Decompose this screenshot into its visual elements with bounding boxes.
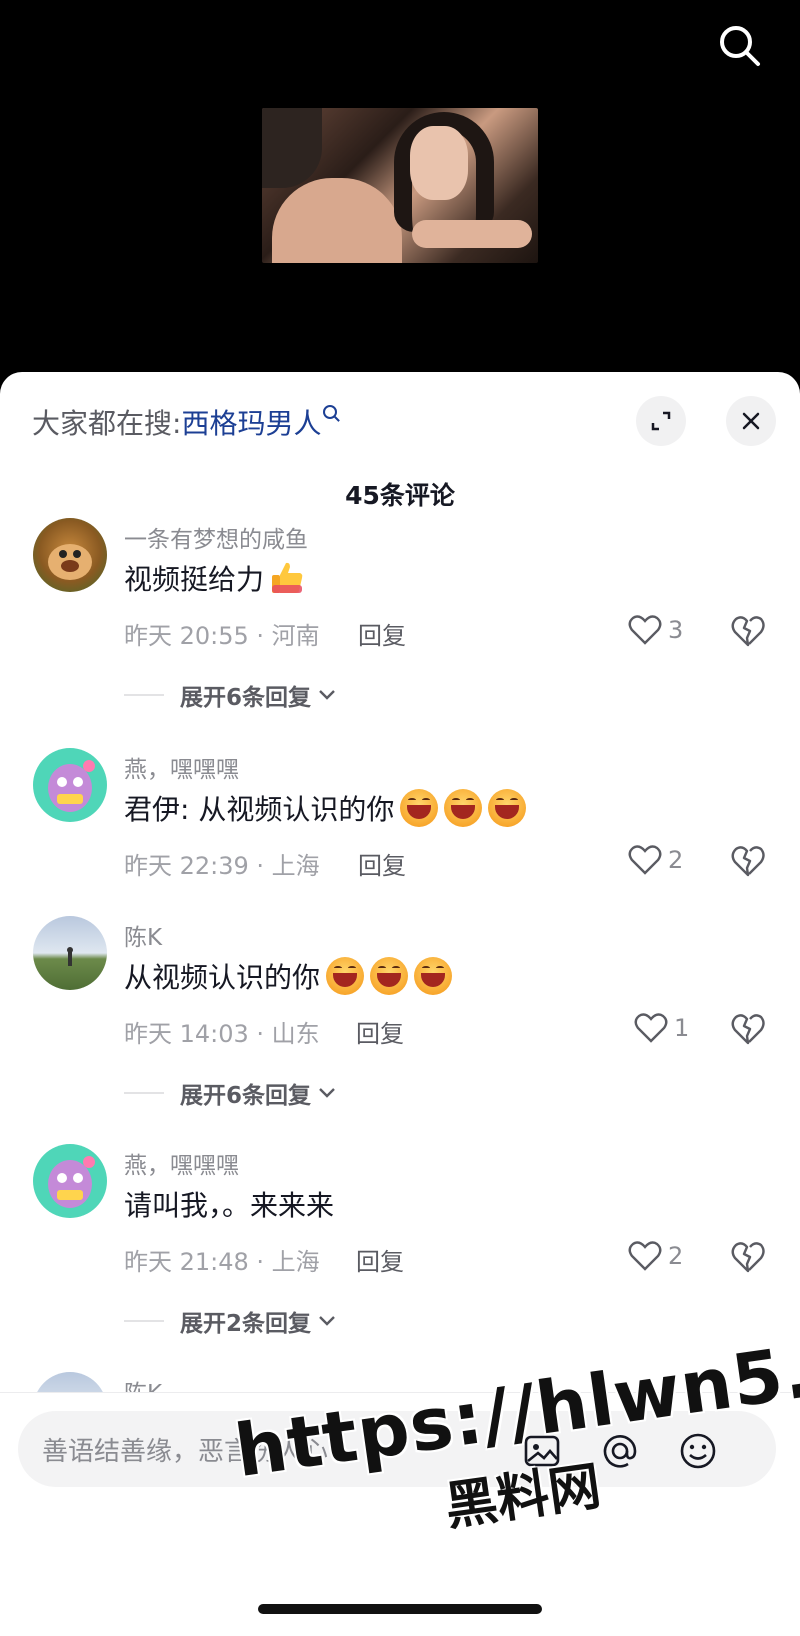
expand-replies-label: 展开6条回复 xyxy=(180,1083,312,1109)
like-button[interactable]: 2 xyxy=(628,1240,683,1272)
comment-body: 视频挺给力 xyxy=(124,563,265,596)
divider xyxy=(124,694,164,696)
divider xyxy=(124,1320,164,1322)
comment-body: 从视频认识的你 xyxy=(124,961,321,994)
expand-replies-button[interactable]: 展开6条回复 xyxy=(124,678,337,712)
trending-prefix: 大家都在搜: xyxy=(32,407,182,440)
laughing-emoji-icon xyxy=(414,957,453,995)
comment-username[interactable]: 燕，嘿嘿嘿 xyxy=(124,1146,239,1180)
expand-replies-button[interactable]: 展开2条回复 xyxy=(124,1304,337,1338)
comment-text: 视频挺给力 xyxy=(124,558,306,598)
reply-button[interactable]: 回复 xyxy=(356,1014,404,1049)
laughing-emoji-icon xyxy=(444,789,483,827)
expand-icon xyxy=(651,411,671,431)
comment-username[interactable]: 燕，嘿嘿嘿 xyxy=(124,750,239,784)
comment-count: 45条评论 xyxy=(345,481,455,510)
expand-replies-button[interactable]: 展开6条回复 xyxy=(124,1076,337,1110)
thumbs-up-icon xyxy=(268,559,306,597)
comment-meta: 昨天 22:39 · 上海 xyxy=(124,852,320,880)
avatar[interactable] xyxy=(33,916,107,990)
home-indicator[interactable] xyxy=(258,1604,542,1614)
comment-body: 君伊: 从视频认识的你 xyxy=(124,793,395,826)
dislike-button[interactable] xyxy=(730,614,766,648)
avatar[interactable] xyxy=(33,748,107,822)
like-count: 2 xyxy=(668,1242,684,1270)
dislike-button[interactable] xyxy=(730,1012,766,1046)
like-count: 2 xyxy=(668,846,684,874)
like-count: 3 xyxy=(668,616,684,644)
comment-meta: 昨天 21:48 · 上海 xyxy=(124,1248,320,1276)
reply-button[interactable]: 回复 xyxy=(356,1242,404,1277)
reply-button[interactable]: 回复 xyxy=(358,846,406,881)
video-frame xyxy=(262,108,538,263)
sheet-header: 大家都在搜:西格玛男人 xyxy=(0,372,800,462)
laughing-emoji-icon xyxy=(488,789,527,827)
heart-icon xyxy=(628,845,662,875)
expand-replies-label: 展开6条回复 xyxy=(180,685,312,711)
close-button[interactable] xyxy=(726,396,776,446)
broken-heart-icon xyxy=(731,1242,765,1273)
trending-search[interactable]: 大家都在搜:西格玛男人 xyxy=(32,402,338,442)
dislike-button[interactable] xyxy=(730,844,766,878)
comment-meta: 昨天 20:55 · 河南 xyxy=(124,622,320,650)
comment-text: 君伊: 从视频认识的你 xyxy=(124,788,527,828)
avatar[interactable] xyxy=(33,1144,107,1218)
trending-term[interactable]: 西格玛男人 xyxy=(181,407,321,440)
comment-body: 请叫我，。来来来 xyxy=(124,1189,335,1222)
heart-icon xyxy=(628,1241,662,1271)
dislike-button[interactable] xyxy=(730,1240,766,1274)
laughing-emoji-icon xyxy=(400,789,439,827)
broken-heart-icon xyxy=(731,616,765,647)
comment-username[interactable]: 陈K xyxy=(124,918,162,952)
like-button[interactable]: 1 xyxy=(634,1012,689,1044)
comment-text: 从视频认识的你 xyxy=(124,956,453,996)
close-icon xyxy=(742,412,760,430)
divider xyxy=(124,1092,164,1094)
broken-heart-icon xyxy=(731,1014,765,1045)
expand-button[interactable] xyxy=(636,396,686,446)
laughing-emoji-icon xyxy=(326,957,365,995)
search-icon[interactable] xyxy=(716,22,764,70)
comment-text: 请叫我，。来来来 xyxy=(124,1184,334,1224)
heart-icon xyxy=(634,1013,668,1043)
search-icon xyxy=(323,405,338,419)
like-button[interactable]: 2 xyxy=(628,844,683,876)
chevron-down-icon xyxy=(319,1088,335,1098)
reply-button[interactable]: 回复 xyxy=(358,616,406,651)
chevron-down-icon xyxy=(319,690,335,700)
laughing-emoji-icon xyxy=(370,957,409,995)
avatar[interactable] xyxy=(33,518,107,592)
video-player[interactable] xyxy=(0,0,800,380)
chevron-down-icon xyxy=(319,1316,335,1326)
heart-icon xyxy=(628,615,662,645)
like-count: 1 xyxy=(674,1014,690,1042)
expand-replies-label: 展开2条回复 xyxy=(180,1311,312,1337)
broken-heart-icon xyxy=(731,846,765,877)
comment-meta: 昨天 14:03 · 山东 xyxy=(124,1020,320,1048)
like-button[interactable]: 3 xyxy=(628,614,683,646)
comment-username[interactable]: 一条有梦想的咸鱼 xyxy=(124,520,308,554)
